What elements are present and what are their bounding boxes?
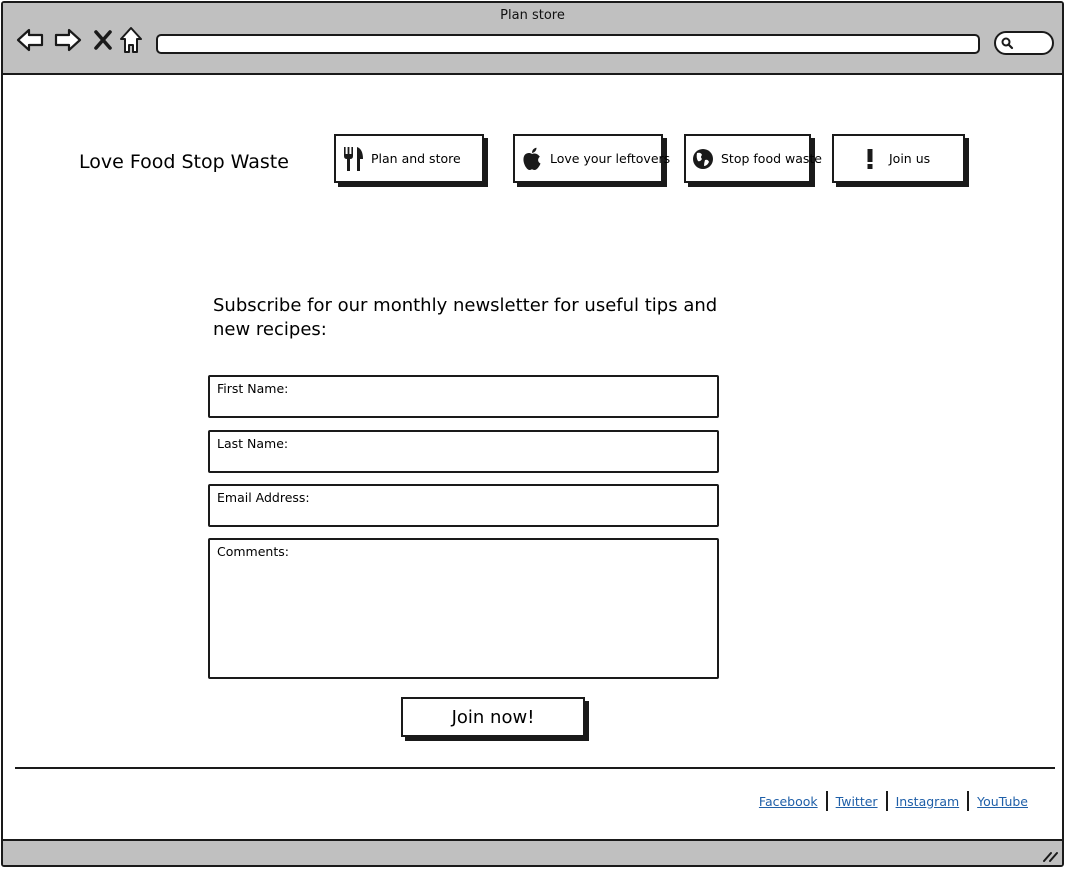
nav-label: Love your leftovers [550,151,671,166]
back-button[interactable] [15,25,45,55]
home-button[interactable] [116,25,146,55]
nav-label: Stop food waste [721,151,822,166]
address-bar[interactable] [156,34,980,54]
cutlery-icon [342,146,364,172]
stop-button[interactable] [88,25,118,55]
apple-icon [521,147,543,171]
close-icon [94,30,112,50]
comments-label: Comments: [217,544,289,559]
first-name-field[interactable]: First Name: [208,375,719,418]
search-box[interactable] [994,31,1054,55]
browser-window: Plan store Love Food Stop Waste Plan and… [1,1,1064,867]
last-name-field[interactable]: Last Name: [208,430,719,473]
comments-field[interactable]: Comments: [208,538,719,679]
nav-stop-food-waste[interactable]: Stop food waste [684,134,822,183]
social-links: Facebook Twitter Instagram YouTube [759,791,1028,811]
nav-label: Plan and store [371,151,461,166]
link-separator [825,791,828,811]
instagram-link[interactable]: Instagram [896,794,960,809]
home-icon [120,27,142,53]
search-icon [1001,37,1014,50]
footer-divider [15,767,1055,769]
nav-join-us[interactable]: Join us [832,134,965,183]
twitter-link[interactable]: Twitter [836,794,878,809]
email-field[interactable]: Email Address: [208,484,719,527]
status-bar [3,839,1062,865]
forward-arrow-icon [54,28,82,52]
browser-toolbar: Plan store [3,3,1062,75]
email-label: Email Address: [217,490,310,505]
link-separator [885,791,888,811]
newsletter-heading: Subscribe for our monthly newsletter for… [213,295,718,340]
nav-plan-and-store[interactable]: Plan and store [334,134,484,183]
nav-label: Join us [889,151,931,166]
site-brand[interactable]: Love Food Stop Waste [79,151,289,173]
nav-love-your-leftovers[interactable]: Love your leftovers [513,134,670,183]
forward-button[interactable] [53,25,83,55]
globe-icon [692,148,714,170]
link-separator [967,791,970,811]
window-title: Plan store [500,8,565,23]
youtube-link[interactable]: YouTube [977,794,1028,809]
join-now-button[interactable]: Join now! [401,697,585,737]
resize-grip-icon[interactable] [1042,848,1058,862]
first-name-label: First Name: [217,381,289,396]
back-arrow-icon [16,28,44,52]
last-name-label: Last Name: [217,436,289,451]
exclamation-icon [866,148,874,169]
facebook-link[interactable]: Facebook [759,794,818,809]
